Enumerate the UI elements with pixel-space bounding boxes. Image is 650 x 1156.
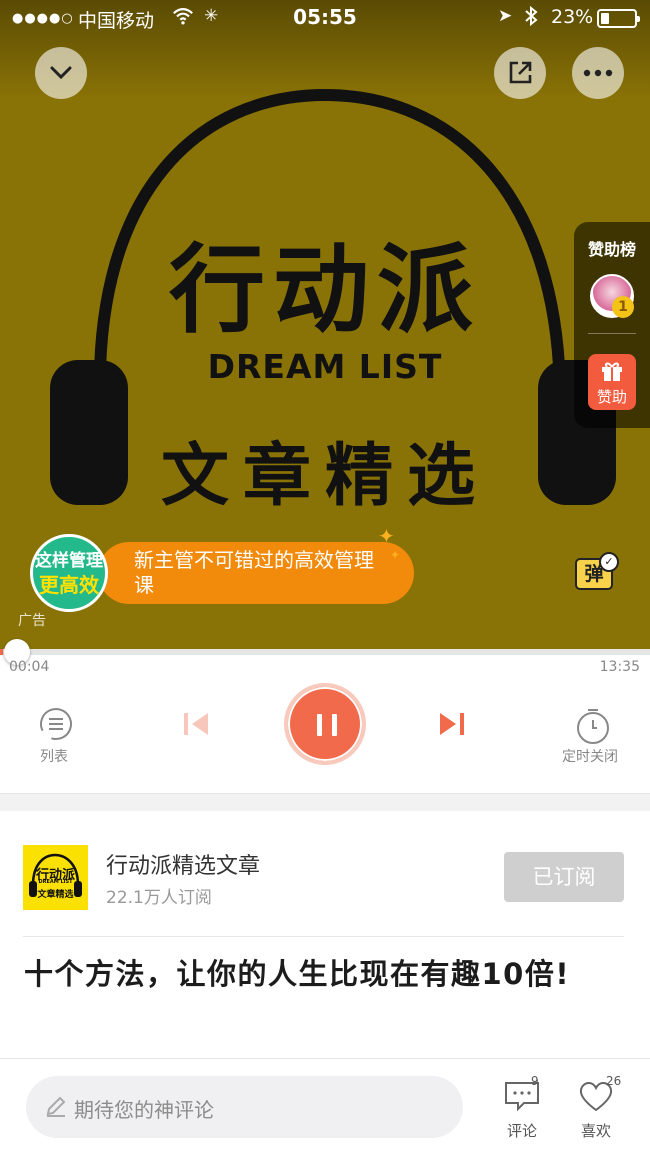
- comment-input[interactable]: 期待您的神评论: [26, 1076, 463, 1138]
- ad-badge: 这样管理 更高效: [30, 534, 108, 612]
- timer-icon: [577, 709, 609, 744]
- section-separator: [0, 793, 650, 811]
- cover-art: 行动派 DREAM LIST 文章精选 ●●●●○ 中国移动 ✳ 05:55 ➤…: [0, 0, 650, 650]
- previous-icon: [184, 713, 208, 735]
- pen-icon: [46, 1096, 66, 1117]
- pause-button[interactable]: [284, 683, 366, 765]
- cover-title-cn: 行动派: [169, 234, 481, 346]
- check-icon: ✓: [599, 552, 619, 572]
- progress-fill: [0, 649, 4, 655]
- cover-title-en: DREAM LIST: [207, 347, 443, 386]
- more-button[interactable]: [572, 47, 624, 99]
- album-cover-en: DREAM LIST: [38, 879, 73, 885]
- total-time: 13:35: [599, 659, 640, 675]
- playlist-button[interactable]: [36, 706, 76, 746]
- album-subscribers: 22.1万人订阅: [106, 888, 212, 908]
- album-cover[interactable]: 行动派 DREAM LIST 文章精选: [23, 845, 88, 910]
- battery-percent: 23%: [551, 6, 594, 28]
- sleep-timer-label: 定时关闭: [562, 749, 618, 765]
- like-label: 喜欢: [580, 1122, 611, 1140]
- sponsor-divider: [588, 333, 636, 334]
- next-button[interactable]: [438, 710, 468, 742]
- sparkle-small-icon: ✦: [390, 548, 401, 562]
- ad-badge-line1: 这样管理: [35, 551, 103, 571]
- share-icon: [509, 61, 532, 84]
- sponsor-panel: 赞助榜 1 赞助: [574, 222, 650, 428]
- sleep-timer-button[interactable]: [575, 706, 611, 746]
- location-arrow-icon: ➤: [498, 6, 513, 26]
- more-dots-icon: [583, 69, 613, 77]
- sponsor-button[interactable]: 赞助: [588, 354, 636, 410]
- sparkle-icon: ✦: [378, 524, 395, 548]
- current-time: 00:04: [9, 659, 50, 675]
- cover-subtitle-cn: 文章精选: [160, 437, 489, 516]
- chevron-down-icon: [50, 66, 72, 80]
- danmu-toggle[interactable]: 弹 ✓: [575, 552, 619, 596]
- album-divider: [23, 936, 624, 937]
- next-icon: [440, 713, 464, 735]
- bluetooth-icon: [524, 5, 538, 32]
- status-bar: ●●●●○ 中国移动 ✳ 05:55 ➤ 23%: [0, 0, 650, 38]
- progress-bar[interactable]: [0, 649, 650, 655]
- comment-count: 9: [531, 1074, 539, 1088]
- ad-badge-line2: 更高效: [39, 573, 99, 597]
- ad-tag: 广告: [18, 613, 46, 629]
- share-button[interactable]: [494, 47, 546, 99]
- sponsor-rank-badge: 1: [612, 296, 634, 318]
- playlist-icon: [40, 708, 72, 740]
- like-count: 26: [606, 1074, 622, 1088]
- comments-label: 评论: [506, 1122, 537, 1140]
- player-screen: 行动派 DREAM LIST 文章精选 ●●●●○ 中国移动 ✳ 05:55 ➤…: [0, 0, 650, 1156]
- battery-icon: [597, 9, 640, 28]
- pause-icon: [317, 714, 322, 736]
- comment-placeholder: 期待您的神评论: [74, 1098, 214, 1122]
- subscribed-button[interactable]: 已订阅: [504, 852, 624, 902]
- sponsor-button-label: 赞助: [596, 388, 627, 406]
- article-title: 十个方法，让你的人生比现在有趣10倍!: [24, 957, 571, 991]
- playlist-label: 列表: [40, 749, 68, 765]
- previous-button[interactable]: [180, 710, 210, 742]
- collapse-button[interactable]: [35, 47, 87, 99]
- album-name[interactable]: 行动派精选文章: [106, 848, 260, 880]
- ad-text: 新主管不可错过的高效管理课: [134, 548, 374, 597]
- like-button[interactable]: 26 喜欢: [566, 1074, 626, 1142]
- comments-button[interactable]: 9 评论: [492, 1074, 552, 1142]
- album-cover-sub: 文章精选: [37, 890, 74, 900]
- gift-icon: [602, 362, 622, 381]
- sponsor-title[interactable]: 赞助榜: [574, 236, 650, 260]
